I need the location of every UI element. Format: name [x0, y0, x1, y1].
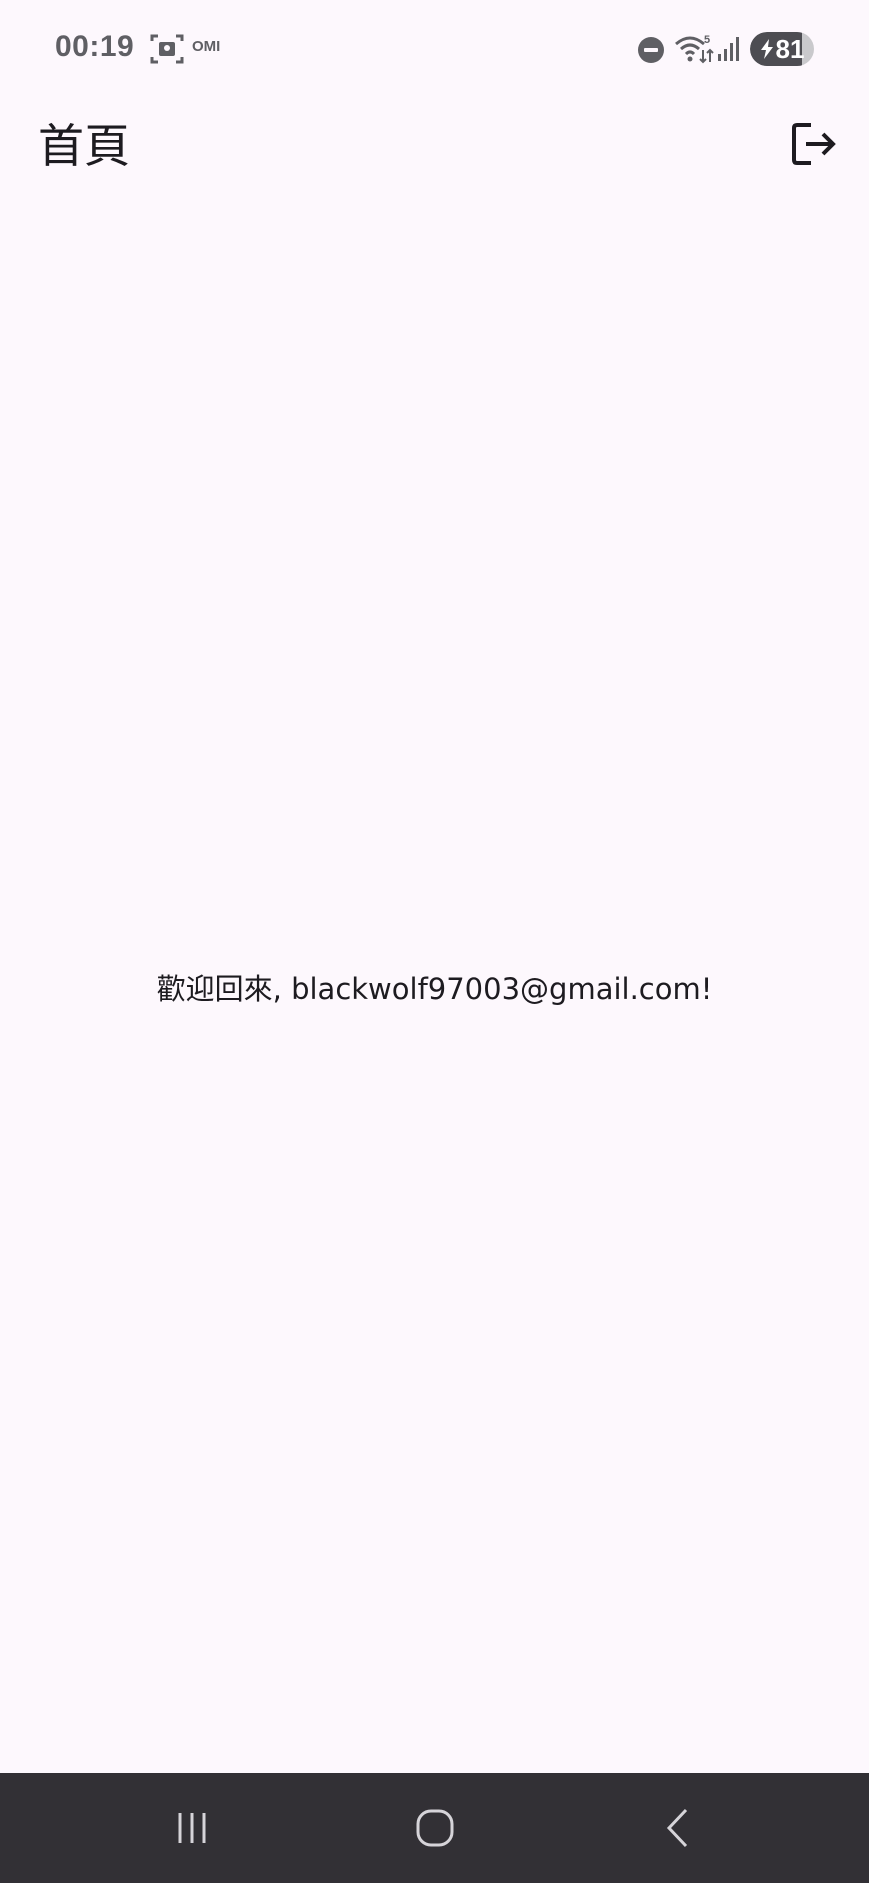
recents-icon [178, 1813, 206, 1843]
home-button[interactable] [385, 1793, 485, 1863]
home-icon [416, 1809, 454, 1847]
screenshot-icon [150, 33, 184, 65]
battery-level-text: 81 [775, 33, 805, 64]
system-navigation-bar [0, 1773, 869, 1883]
battery-indicator: 81 [750, 32, 814, 66]
phone-screen: 00:19 OMI 5 81 首頁 歡迎回來, blackwolf97003@g… [0, 0, 869, 1883]
back-icon [666, 1808, 688, 1848]
cell-signal-icon [717, 34, 743, 62]
welcome-message: 歡迎回來, blackwolf97003@gmail.com! [156, 971, 713, 1006]
page-title: 首頁 [38, 119, 130, 173]
recents-button[interactable] [142, 1793, 242, 1863]
do-not-disturb-icon [637, 36, 665, 64]
svg-text:5: 5 [704, 34, 710, 46]
logout-icon [792, 123, 836, 165]
status-bar: 00:19 OMI 5 81 [0, 0, 869, 100]
logout-button[interactable] [782, 112, 846, 176]
main-content: 歡迎回來, blackwolf97003@gmail.com! [0, 200, 869, 1773]
back-button[interactable] [629, 1793, 729, 1863]
battery-charging-icon [760, 39, 773, 59]
omi-notification-icon: OMI [192, 38, 221, 55]
status-time: 00:19 [55, 30, 135, 63]
wifi-icon: 5 [674, 32, 714, 66]
app-bar: 首頁 [0, 100, 869, 200]
